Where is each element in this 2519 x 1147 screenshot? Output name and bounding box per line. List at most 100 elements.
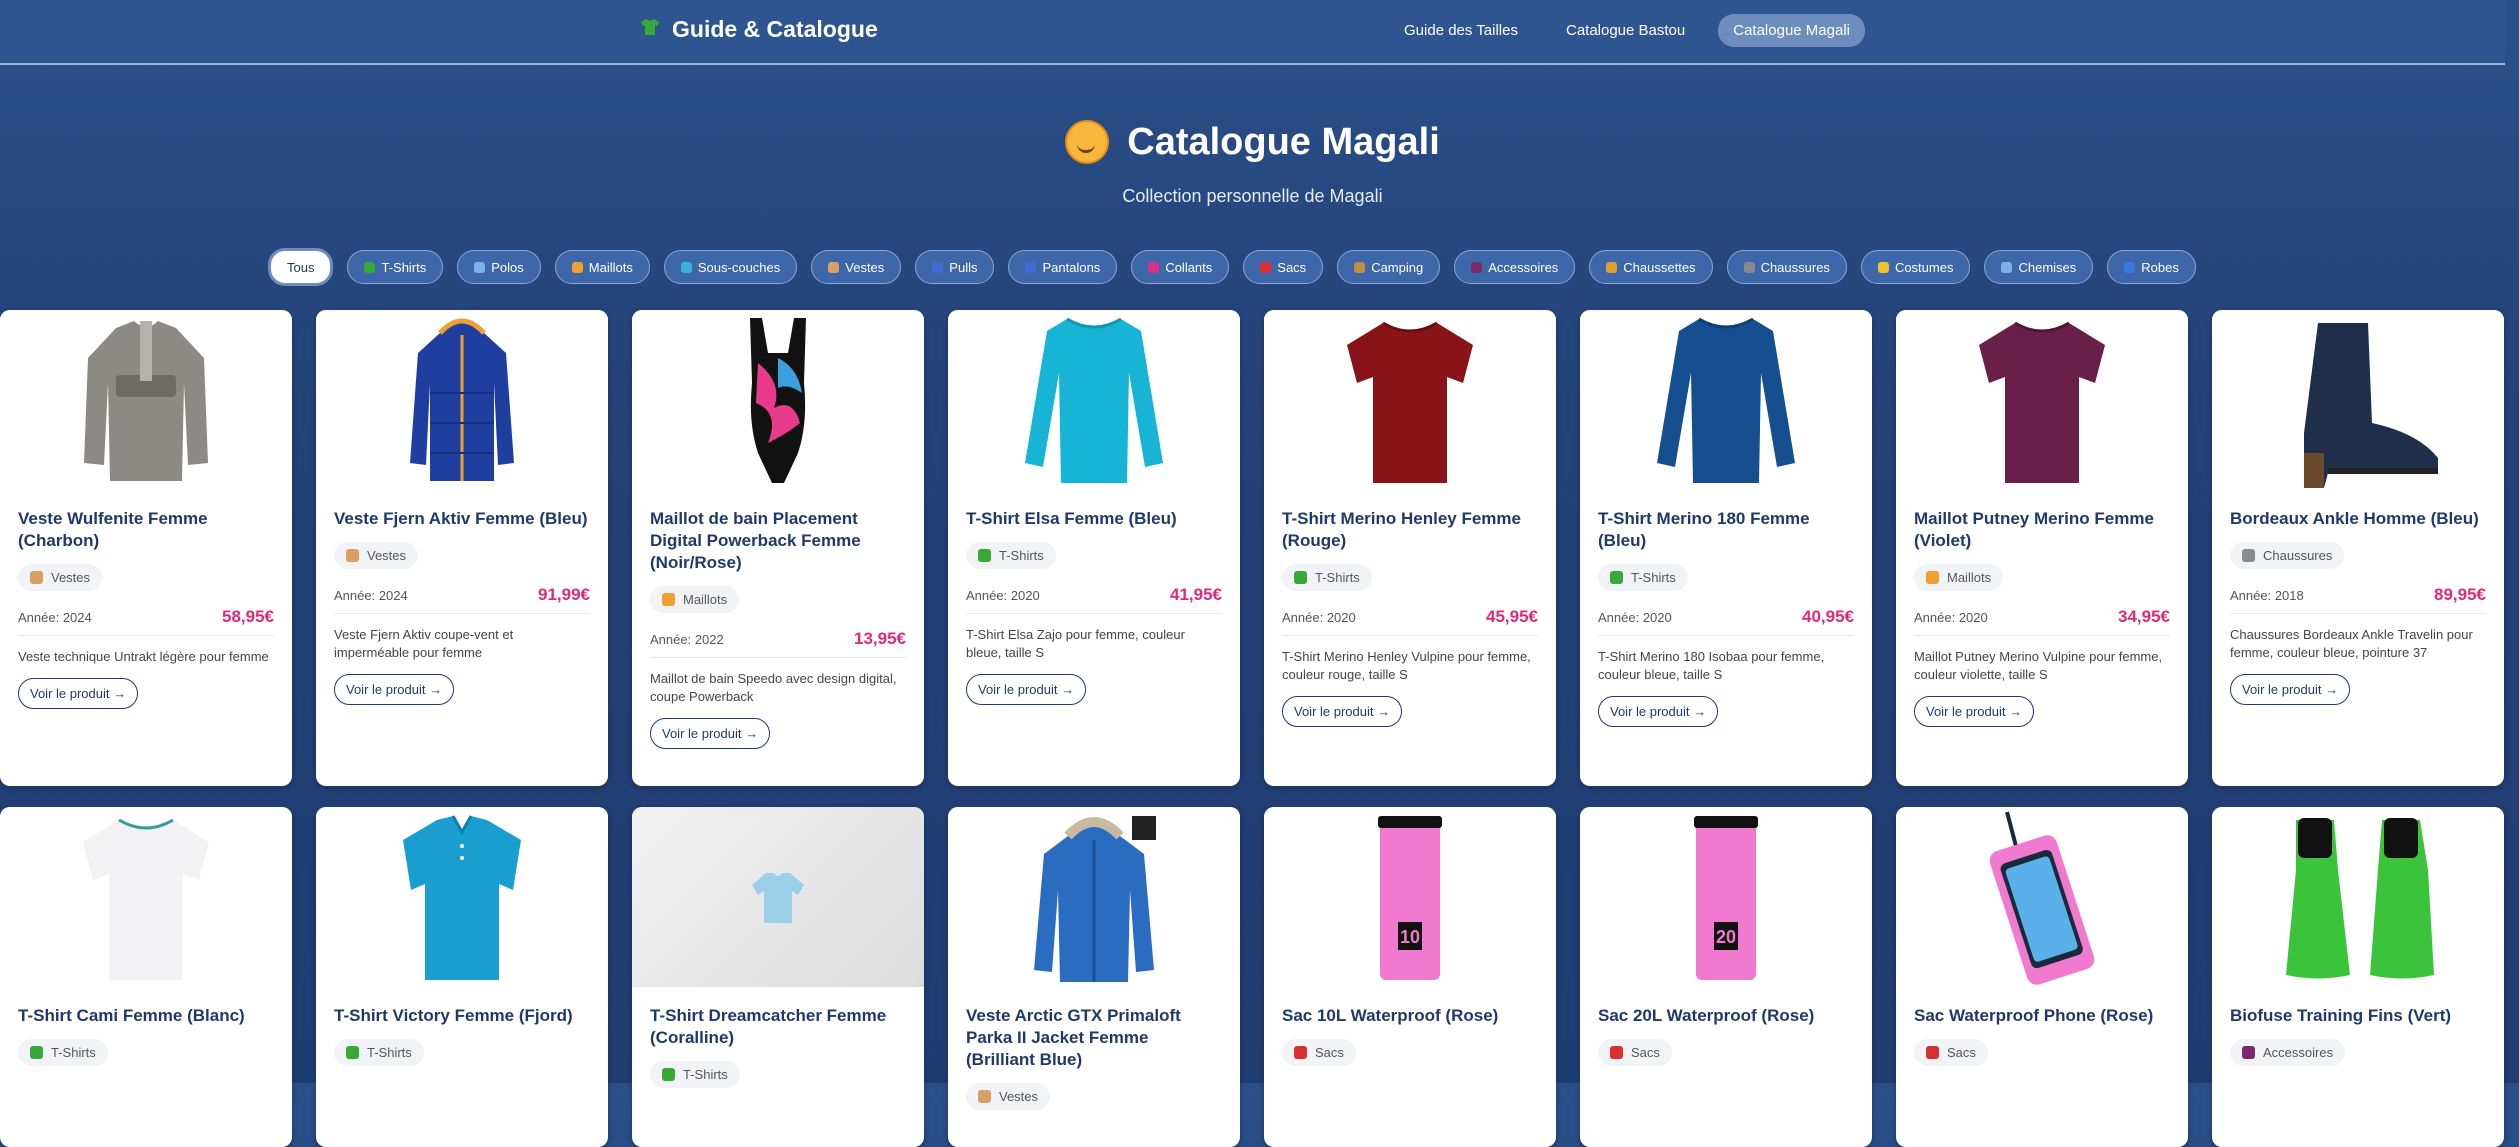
- filter-chip-pulls[interactable]: Pulls: [915, 250, 995, 284]
- product-image[interactable]: [948, 310, 1240, 490]
- product-card[interactable]: 10 Sac 10L Waterproof (Rose) Sacs: [1264, 807, 1556, 1147]
- category-tag: Vestes: [966, 1083, 1051, 1110]
- product-image[interactable]: [2212, 807, 2504, 987]
- brand[interactable]: Guide & Catalogue: [640, 16, 878, 43]
- category-tag: Sacs: [1598, 1039, 1672, 1066]
- filter-chip-label: Sacs: [1277, 259, 1307, 275]
- product-image[interactable]: 20: [1580, 807, 1872, 987]
- product-card[interactable]: Veste Fjern Aktiv Femme (Bleu) Vestes Anné…: [316, 310, 608, 786]
- filter-chip-sacs[interactable]: Sacs: [1243, 250, 1324, 284]
- t-shirts-icon: [346, 1046, 359, 1059]
- product-image[interactable]: [1896, 310, 2188, 490]
- product-card[interactable]: T-Shirt Elsa Femme (Bleu) T-Shirts Année: …: [948, 310, 1240, 786]
- view-product-button[interactable]: Voir le produit →: [1914, 696, 2035, 727]
- filter-chip-sous-couches[interactable]: Sous-couches: [663, 250, 798, 284]
- view-product-button[interactable]: Voir le produit →: [650, 718, 771, 749]
- filter-chip-chaussettes[interactable]: Chaussettes: [1589, 250, 1713, 284]
- product-meta: Année: 2020 40,95€: [1598, 607, 1854, 636]
- view-product-button[interactable]: Voir le produit →: [334, 674, 455, 705]
- product-card[interactable]: Bordeaux Ankle Homme (Bleu) Chaussures Ann…: [2212, 310, 2504, 786]
- product-image[interactable]: [316, 310, 608, 490]
- filter-chip-label: Robes: [2141, 259, 2179, 275]
- svg-text:20: 20: [1716, 927, 1736, 947]
- page-title: Catalogue Magali: [0, 120, 2505, 164]
- product-card[interactable]: T-Shirt Dreamcatcher Femme (Coralline) T-…: [632, 807, 924, 1147]
- product-title: Maillot Putney Merino Femme (Violet): [1914, 509, 2154, 550]
- nav-catalogue-bastou[interactable]: Catalogue Bastou: [1551, 14, 1700, 47]
- product-image[interactable]: 10: [1264, 807, 1556, 987]
- filter-chip-label: Maillots: [588, 259, 633, 275]
- chaussettes-icon: [1606, 261, 1618, 273]
- product-image[interactable]: [2212, 310, 2504, 490]
- filter-chip-tous[interactable]: Tous: [268, 248, 334, 286]
- product-card[interactable]: T-Shirt Victory Femme (Fjord) T-Shirts: [316, 807, 608, 1147]
- product-card[interactable]: Maillot Putney Merino Femme (Violet) Mail…: [1896, 310, 2188, 786]
- category-tag: T-Shirts: [334, 1039, 424, 1066]
- polos-icon: [474, 261, 486, 273]
- product-image[interactable]: [1580, 310, 1872, 490]
- filter-chip-label: Pulls: [949, 259, 978, 275]
- product-price: 41,95€: [1170, 585, 1222, 604]
- product-card[interactable]: Veste Wulfenite Femme (Charbon) Vestes Ann…: [0, 310, 292, 786]
- product-image[interactable]: [0, 807, 292, 987]
- product-image[interactable]: [1896, 807, 2188, 987]
- product-image[interactable]: [316, 807, 608, 987]
- filter-chip-polos[interactable]: Polos: [457, 250, 541, 284]
- category-tag: T-Shirts: [966, 542, 1056, 569]
- product-year: Année: 2024: [18, 609, 92, 625]
- product-image[interactable]: [632, 807, 924, 987]
- product-card[interactable]: Sac Waterproof Phone (Rose) Sacs: [1896, 807, 2188, 1147]
- filter-chip-label: T-Shirts: [381, 259, 427, 275]
- product-price: 91,99€: [538, 585, 590, 604]
- product-meta: Année: 2018 89,95€: [2230, 585, 2486, 614]
- product-image[interactable]: [0, 310, 292, 490]
- product-card[interactable]: Biofuse Training Fins (Vert) Accessoires: [2212, 807, 2504, 1147]
- filter-chip-accessoires[interactable]: Accessoires: [1454, 250, 1576, 284]
- product-image[interactable]: [948, 807, 1240, 987]
- filter-chip-chaussures[interactable]: Chaussures: [1726, 250, 1847, 284]
- nav-guide-tailles[interactable]: Guide des Tailles: [1389, 14, 1533, 47]
- view-product-button[interactable]: Voir le produit →: [2230, 674, 2351, 705]
- view-product-button[interactable]: Voir le produit →: [1598, 696, 1719, 727]
- filter-chip-pantalons[interactable]: Pantalons: [1008, 250, 1118, 284]
- view-product-button[interactable]: Voir le produit →: [1282, 696, 1403, 727]
- product-image[interactable]: [632, 310, 924, 490]
- filter-chip-label: Polos: [491, 259, 524, 275]
- product-year: Année: 2022: [650, 631, 724, 647]
- product-year: Année: 2024: [334, 587, 408, 603]
- t-shirts-icon: [662, 1068, 675, 1081]
- filter-chip-label: Sous-couches: [697, 259, 781, 275]
- product-card[interactable]: Veste Arctic GTX Primaloft Parka II Jack…: [948, 807, 1240, 1147]
- product-card[interactable]: T-Shirt Merino 180 Femme (Bleu) T-Shirts A…: [1580, 310, 1872, 786]
- product-card[interactable]: 20 Sac 20L Waterproof (Rose) Sacs: [1580, 807, 1872, 1147]
- filter-chip-collants[interactable]: Collants: [1131, 250, 1230, 284]
- product-meta: Année: 2020 34,95€: [1914, 607, 2170, 636]
- filter-chip-t-shirts[interactable]: T-Shirts: [347, 250, 444, 284]
- nav-catalogue-magali[interactable]: Catalogue Magali: [1718, 14, 1865, 47]
- category-tag-label: T-Shirts: [51, 1045, 96, 1060]
- product-title: Veste Arctic GTX Primaloft Parka II Jack…: [966, 1006, 1181, 1069]
- product-title: T-Shirt Merino 180 Femme (Bleu): [1598, 509, 1810, 550]
- view-product-button[interactable]: Voir le produit →: [18, 678, 139, 709]
- smiley-icon: [1065, 120, 1110, 164]
- filter-chip-costumes[interactable]: Costumes: [1860, 250, 1971, 284]
- category-tag-label: T-Shirts: [999, 548, 1044, 563]
- filter-chip-label: Vestes: [845, 259, 885, 275]
- sacs-icon: [1260, 261, 1272, 273]
- view-product-button[interactable]: Voir le produit →: [966, 674, 1087, 705]
- product-card[interactable]: T-Shirt Cami Femme (Blanc) T-Shirts: [0, 807, 292, 1147]
- product-card[interactable]: T-Shirt Merino Henley Femme (Rouge) T-Shi…: [1264, 310, 1556, 786]
- product-image[interactable]: [1264, 310, 1556, 490]
- filter-chip-chemises[interactable]: Chemises: [1984, 250, 2094, 284]
- product-card[interactable]: Maillot de bain Placement Digital Powerb…: [632, 310, 924, 786]
- t-shirts-icon: [978, 549, 991, 562]
- product-price: 34,95€: [2118, 607, 2170, 626]
- filter-chip-label: Accessoires: [1488, 259, 1559, 275]
- filter-chip-maillots[interactable]: Maillots: [554, 250, 650, 284]
- product-description: Veste Fjern Aktiv coupe-vent et imperméa…: [334, 627, 514, 660]
- filter-chip-vestes[interactable]: Vestes: [811, 250, 902, 284]
- filter-chip-camping[interactable]: Camping: [1337, 250, 1441, 284]
- filter-chip-robes[interactable]: Robes: [2107, 250, 2196, 284]
- chaussures-icon: [2242, 549, 2255, 562]
- svg-text:10: 10: [1400, 927, 1420, 947]
